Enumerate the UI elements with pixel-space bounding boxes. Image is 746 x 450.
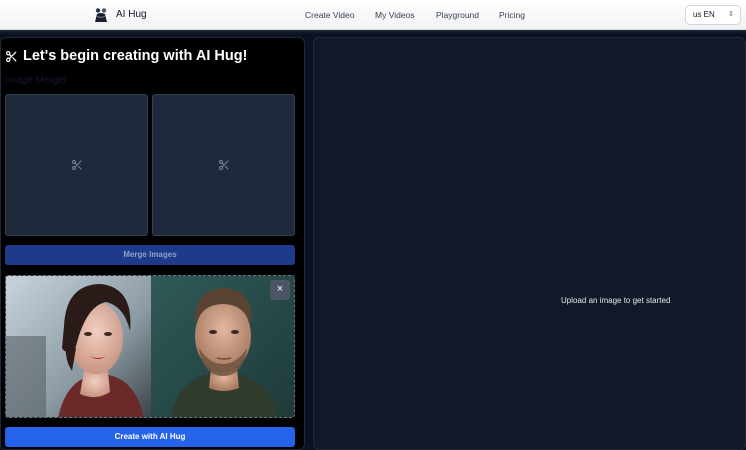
- logo-icon[interactable]: [94, 7, 108, 23]
- image-slot-2[interactable]: [152, 94, 295, 236]
- language-value: EN: [703, 10, 715, 19]
- scissors-icon: [71, 160, 81, 170]
- photo-woman: [6, 276, 151, 417]
- merged-image-preview[interactable]: ×: [5, 275, 295, 418]
- empty-state-message: Upload an image to get started: [561, 296, 671, 305]
- nav-my-videos[interactable]: My Videos: [375, 10, 415, 20]
- chevron-up-down-icon: ⇕: [728, 11, 734, 18]
- nav-pricing[interactable]: Pricing: [499, 10, 525, 20]
- scissors-icon: [6, 50, 17, 62]
- brand-name[interactable]: AI Hug: [116, 9, 147, 20]
- flag-code: us: [693, 10, 704, 19]
- nav-create-video[interactable]: Create Video: [305, 10, 354, 20]
- merge-images-button[interactable]: Merge Images: [5, 245, 295, 265]
- top-nav-bar: AI Hug Create Video My Videos Playground…: [0, 0, 746, 30]
- result-panel: [313, 37, 746, 450]
- nav-playground[interactable]: Playground: [436, 10, 479, 20]
- section-label: Image Merger: [5, 75, 68, 86]
- page-title: Let's begin creating with AI Hug!: [23, 48, 248, 64]
- header-divider: [0, 30, 746, 34]
- close-icon[interactable]: ×: [270, 280, 290, 300]
- scissors-icon: [218, 160, 228, 170]
- create-with-ai-hug-button[interactable]: Create with AI Hug: [5, 427, 295, 447]
- heading-row: Let's begin creating with AI Hug!: [5, 47, 247, 65]
- image-slot-1[interactable]: [5, 94, 148, 236]
- language-select[interactable]: us EN ⇕: [685, 5, 741, 25]
